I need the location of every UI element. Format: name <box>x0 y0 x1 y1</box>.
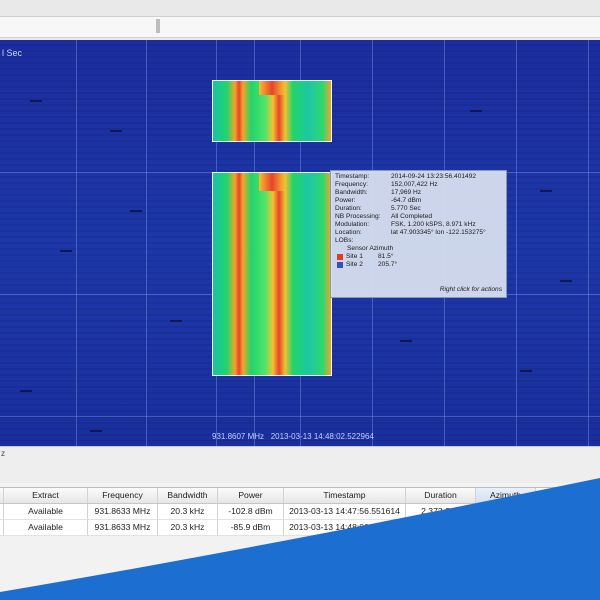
grid-line <box>588 40 589 446</box>
grid-line <box>516 40 517 446</box>
header-detection[interactable]: Detection <box>536 488 600 503</box>
header-power[interactable]: Power <box>218 488 284 503</box>
tooltip-key: Timestamp: <box>335 173 370 180</box>
tooltip-key: Modulation: <box>335 221 370 228</box>
header-duration[interactable]: Duration <box>406 488 476 503</box>
tooltip-key: Frequency: <box>335 181 368 188</box>
header-extract[interactable]: Extract <box>4 488 88 503</box>
cell-timestamp: 2013-03-13 14:48:00.052608 <box>284 520 406 535</box>
tooltip-value: 17,969 Hz <box>391 189 422 196</box>
header-frequency[interactable]: Frequency <box>88 488 158 503</box>
grid-line <box>0 416 600 417</box>
cursor-frequency: 931.8607 MHz <box>212 432 265 441</box>
tooltip-value: lat 47.903345° lon -122.153275° <box>391 229 486 236</box>
sensor-color-swatch <box>337 254 343 260</box>
tooltip-value: 152,007,422 Hz <box>391 181 438 188</box>
noise-speck <box>130 210 142 212</box>
tooltip-key: LOBs: <box>335 237 354 244</box>
tooltip-value: 2014-09-24 13:23:56.401492 <box>391 173 477 180</box>
sensor-color-swatch <box>337 262 343 268</box>
cell-extract: Available <box>4 504 88 519</box>
table-header: Extract Frequency Bandwidth Power Timest… <box>0 488 600 504</box>
signal-detection-1[interactable] <box>212 80 332 142</box>
tooltip-row: Modulation: FSK, 1.200 kSPS, 8.971 kHz <box>335 221 502 229</box>
tooltip-key: Duration: <box>335 205 362 212</box>
tooltip-action-hint: Right click for actions <box>439 286 502 293</box>
noise-speck <box>60 250 72 252</box>
lob-row: Site 1 81.5° <box>337 253 502 261</box>
noise-speck <box>170 320 182 322</box>
tooltip-row: Bandwidth: 17,969 Hz <box>335 189 502 197</box>
cell-power: -102.8 dBm <box>218 504 284 519</box>
noise-speck <box>30 100 42 102</box>
cell-detection <box>536 504 600 519</box>
header-azimuth[interactable]: Azimuth <box>476 488 536 503</box>
noise-speck <box>400 340 412 342</box>
header-bandwidth[interactable]: Bandwidth <box>158 488 218 503</box>
tooltip-row: Frequency: 152,007,422 Hz <box>335 181 502 189</box>
cell-extract: Available <box>4 520 88 535</box>
tooltip-row: Location: lat 47.903345° lon -122.153275° <box>335 229 502 237</box>
tooltip-row: Duration: 5.770 Sec <box>335 205 502 213</box>
status-bar: z <box>0 446 600 483</box>
tooltip-row: LOBs: <box>335 237 502 245</box>
tooltip-key: Power: <box>335 197 356 204</box>
cursor-readout: 931.8607 MHz 2013-03-13 14:48:02.522964 <box>212 432 374 441</box>
cell-azimuth <box>476 504 536 519</box>
tooltip-value: -64.7 dBm <box>391 197 422 204</box>
top-toolbar <box>0 0 600 41</box>
tooltip-value: 5.770 Sec <box>391 205 421 212</box>
cell-duration <box>406 520 476 535</box>
grid-line <box>146 40 147 446</box>
spectrum-waterfall[interactable] <box>0 40 600 446</box>
signal-detection-2[interactable] <box>212 172 332 376</box>
cell-frequency: 931.8633 MHz <box>88 504 158 519</box>
tooltip-row: Power: -64.7 dBm <box>335 197 502 205</box>
cursor-timestamp: 2013-03-13 14:48:02.522964 <box>270 432 374 441</box>
noise-speck <box>560 280 572 282</box>
lob-table: Site 1 81.5° Site 2 205.7° <box>335 253 502 269</box>
cell-detection <box>536 520 600 535</box>
tooltip-key: Location: <box>335 229 362 236</box>
noise-speck <box>90 430 102 432</box>
lob-azimuth: 205.7° <box>378 261 398 268</box>
tooltip-key: Bandwidth: <box>335 189 368 196</box>
signal-info-tooltip[interactable]: Timestamp: 2014-09-24 13:23:56.401492 Freq… <box>330 170 507 298</box>
tooltip-row: NB Processing: All Completed <box>335 213 502 221</box>
noise-speck <box>540 190 552 192</box>
grid-line <box>76 40 77 446</box>
table-row[interactable]: Available 931.8633 MHz 20.3 kHz -102.8 d… <box>0 504 600 520</box>
cell-bandwidth: 20.3 kHz <box>158 520 218 535</box>
detections-table: Extract Frequency Bandwidth Power Timest… <box>0 487 600 536</box>
cell-azimuth <box>476 520 536 535</box>
cell-duration: 2.373 Sec <box>406 504 476 519</box>
status-text: z <box>1 449 5 458</box>
tooltip-value: All Completed <box>391 213 433 220</box>
lob-row: Site 2 205.7° <box>337 261 502 269</box>
cell-frequency: 931.8633 MHz <box>88 520 158 535</box>
table-row[interactable]: Available 931.8633 MHz 20.3 kHz -85.9 dB… <box>0 520 600 536</box>
cell-bandwidth: 20.3 kHz <box>158 504 218 519</box>
time-axis-label: l Sec <box>2 48 23 58</box>
header-timestamp[interactable]: Timestamp <box>284 488 406 503</box>
horizontal-scrollbar[interactable] <box>0 16 600 38</box>
cell-power: -85.9 dBm <box>218 520 284 535</box>
signal-peak <box>259 173 285 191</box>
noise-speck <box>110 130 122 132</box>
noise-speck <box>520 370 532 372</box>
cell-timestamp: 2013-03-13 14:47:56.551614 <box>284 504 406 519</box>
tooltip-key: NB Processing: <box>335 213 381 220</box>
tooltip-value <box>391 237 502 245</box>
noise-speck <box>20 390 32 392</box>
scrollbar-thumb[interactable] <box>156 19 160 33</box>
lob-table-header: Sensor Azimuth <box>347 245 394 252</box>
tooltip-row: Timestamp: 2014-09-24 13:23:56.401492 <box>335 173 502 181</box>
lob-azimuth: 81.5° <box>378 253 394 260</box>
noise-speck <box>470 110 482 112</box>
tooltip-details: Timestamp: 2014-09-24 13:23:56.401492 Freq… <box>335 173 502 245</box>
lob-sensor: Site 2 <box>346 261 363 268</box>
tooltip-value: FSK, 1.200 kSPS, 8.971 kHz <box>391 221 476 228</box>
lob-sensor: Site 1 <box>346 253 363 260</box>
signal-peak <box>259 81 285 95</box>
